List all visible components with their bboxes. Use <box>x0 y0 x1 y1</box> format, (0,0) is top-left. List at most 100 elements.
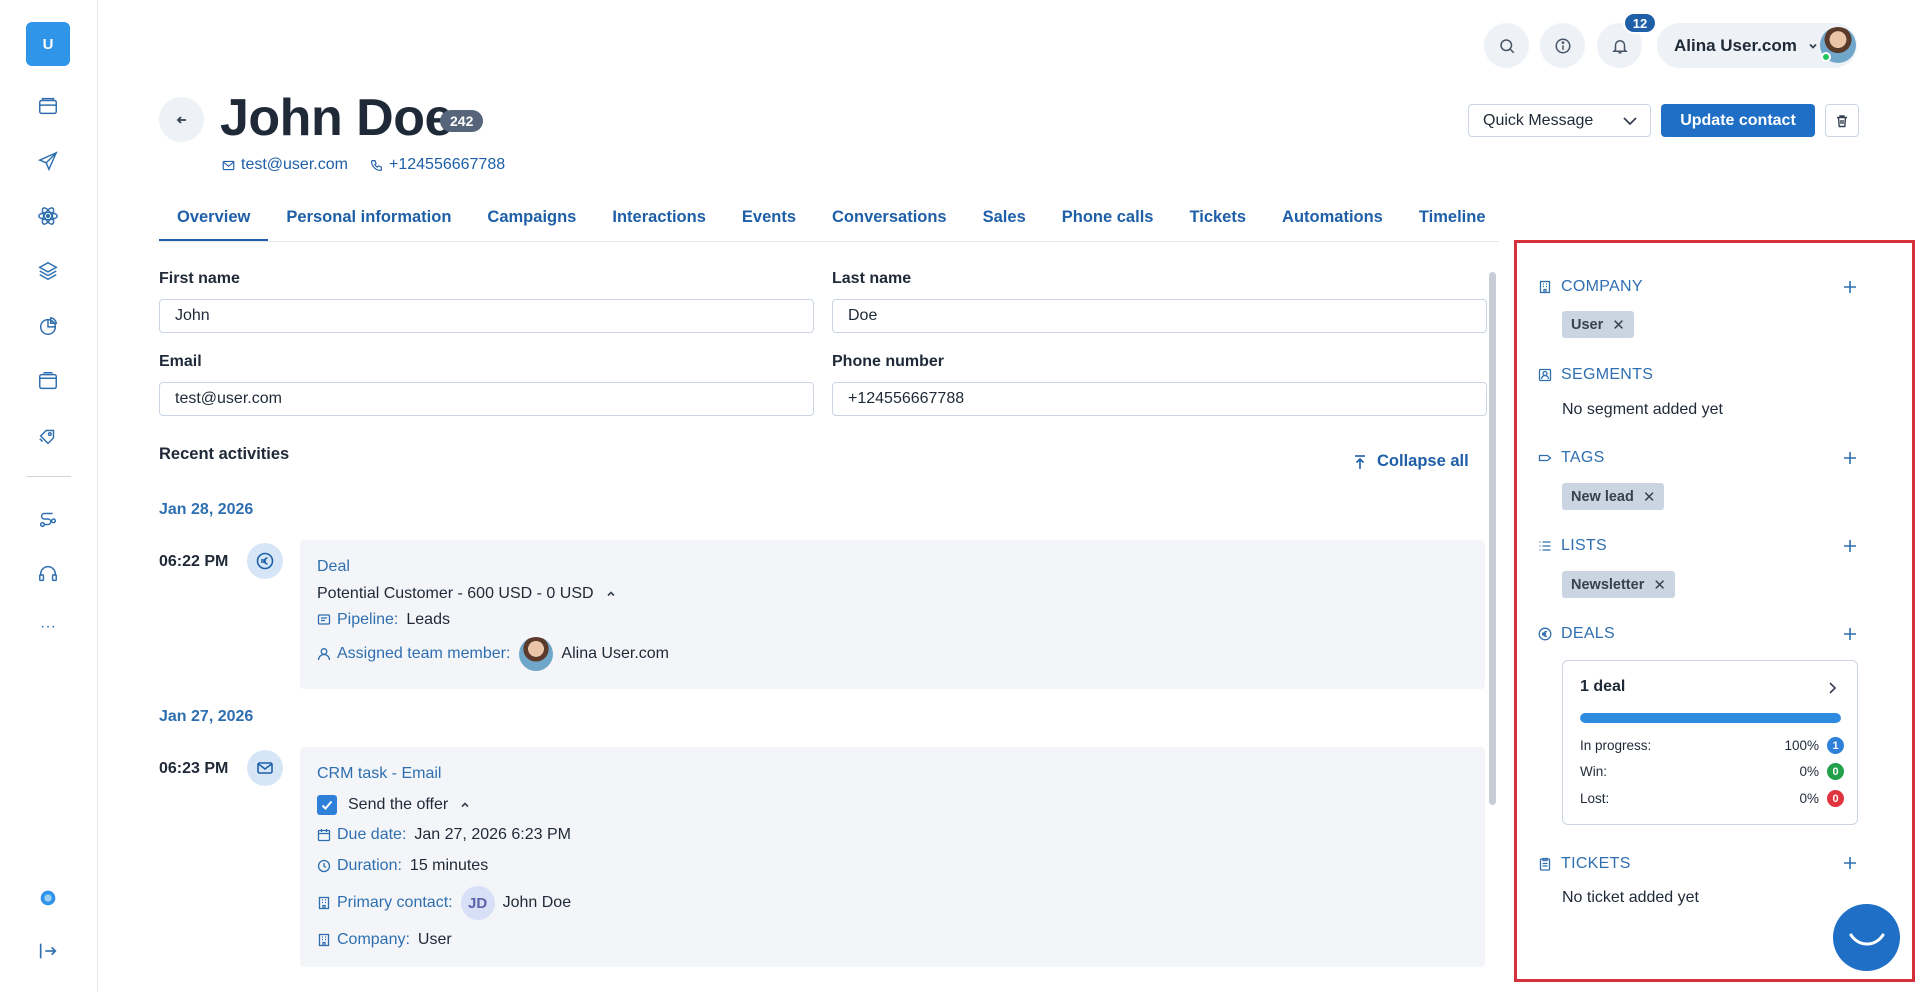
update-contact-button[interactable]: Update contact <box>1661 104 1815 137</box>
remove-icon[interactable]: ✕ <box>1612 316 1625 334</box>
deal-row-count: 1 <box>1827 737 1844 754</box>
tag-chip[interactable]: New lead ✕ <box>1562 483 1665 510</box>
info-button[interactable] <box>1540 23 1585 68</box>
scrollbar[interactable] <box>1489 272 1496 805</box>
contact-email-link[interactable]: test@user.com <box>222 156 348 174</box>
tab-overview[interactable]: Overview <box>159 202 269 242</box>
remove-icon[interactable]: ✕ <box>1643 488 1656 506</box>
lists-title: LISTS <box>1561 537 1607 554</box>
tab-campaigns[interactable]: Campaigns <box>469 202 594 242</box>
tab-tickets[interactable]: Tickets <box>1171 202 1264 242</box>
trash-icon <box>1837 114 1847 127</box>
window-icon[interactable] <box>33 366 63 396</box>
deals-count: 1 deal <box>1580 678 1626 695</box>
tab-events[interactable]: Events <box>724 202 814 242</box>
first-name-label: First name <box>159 270 240 287</box>
chart-icon[interactable] <box>33 311 63 341</box>
tickets-title: TICKETS <box>1561 855 1631 872</box>
more-icon[interactable]: ··· <box>33 612 63 642</box>
last-name-field[interactable]: Doe <box>832 299 1487 333</box>
tab-phone-calls[interactable]: Phone calls <box>1044 202 1172 242</box>
delete-button[interactable] <box>1825 104 1859 137</box>
deal-pipeline: Pipeline: Leads <box>317 611 450 629</box>
mail-icon <box>247 750 283 786</box>
tab-conversations[interactable]: Conversations <box>814 202 965 242</box>
add-tag-icon[interactable] <box>1842 450 1858 466</box>
tags-title: TAGS <box>1561 449 1605 466</box>
last-name-label: Last name <box>832 270 912 287</box>
company-section-header: COMPANY <box>1538 278 1643 296</box>
first-name-field[interactable]: John <box>159 299 814 333</box>
contact-id-badge: 242 <box>440 110 484 132</box>
deal-assigned: Assigned team member: Alina User.com <box>317 637 669 671</box>
recent-activities-title: Recent activities <box>159 445 290 463</box>
contact-phone-link[interactable]: +124556667788 <box>370 156 505 174</box>
tab-sales[interactable]: Sales <box>965 202 1044 242</box>
due-label: Due date: <box>337 826 407 843</box>
layers-icon[interactable] <box>33 256 63 286</box>
deal-summary[interactable]: Potential Customer - 600 USD - 0 USD <box>317 585 616 603</box>
sidebar: U ··· <box>0 0 98 992</box>
segments-section-header: SEGMENTS <box>1538 366 1653 384</box>
email-field[interactable]: test@user.com <box>159 382 814 416</box>
add-company-icon[interactable] <box>1842 279 1858 295</box>
euro-icon <box>247 543 283 579</box>
tags-icon[interactable] <box>33 421 63 451</box>
company-value[interactable]: User <box>418 931 452 949</box>
segment-icon <box>1538 368 1552 382</box>
help-icon[interactable] <box>33 883 63 913</box>
segments-title: SEGMENTS <box>1561 366 1654 383</box>
company-chip[interactable]: User ✕ <box>1562 311 1634 338</box>
tab-interactions[interactable]: Interactions <box>594 202 724 242</box>
activity-time: 06:22 PM <box>159 553 229 570</box>
list-icon <box>1539 541 1551 551</box>
bell-icon <box>1611 39 1628 53</box>
calendar-icon <box>317 829 331 842</box>
chevron-right-icon[interactable] <box>1826 681 1838 695</box>
assigned-value: Alina User.com <box>561 645 669 662</box>
user-name: Alina User.com <box>1674 35 1797 55</box>
phone-icon <box>371 159 382 171</box>
remove-icon[interactable]: ✕ <box>1653 576 1666 594</box>
email-label: Email <box>159 353 202 370</box>
task-due-date: Due date: Jan 27, 2026 6:23 PM <box>317 826 571 844</box>
assigned-label: Assigned team member: <box>337 645 511 662</box>
company-chip-label: User <box>1571 316 1604 333</box>
folder-icon[interactable] <box>33 91 63 121</box>
tab-automations[interactable]: Automations <box>1264 202 1401 242</box>
app-logo[interactable]: U <box>26 22 70 66</box>
deal-row-count: 0 <box>1827 763 1844 780</box>
back-button[interactable] <box>159 97 204 142</box>
chat-icon <box>1849 933 1884 945</box>
building-icon <box>318 896 330 910</box>
chat-widget-button[interactable] <box>1833 904 1900 971</box>
add-list-icon[interactable] <box>1842 538 1858 554</box>
tab-personal-information[interactable]: Personal information <box>268 202 469 242</box>
task-company: Company: User <box>317 931 452 949</box>
tab-timeline[interactable]: Timeline <box>1401 202 1504 242</box>
quick-message-select[interactable]: Quick Message <box>1468 104 1651 137</box>
add-ticket-icon[interactable] <box>1842 855 1858 871</box>
route-icon[interactable] <box>33 504 63 534</box>
list-chip[interactable]: Newsletter ✕ <box>1562 571 1675 598</box>
send-icon[interactable] <box>33 146 63 176</box>
atom-icon[interactable] <box>33 201 63 231</box>
logout-icon[interactable] <box>33 936 63 966</box>
activity-type: CRM task - Email <box>317 765 442 782</box>
primary-contact-avatar: JD <box>460 886 495 920</box>
contact-phone: +124556667788 <box>389 156 506 173</box>
check-icon <box>321 800 333 810</box>
search-button[interactable] <box>1484 23 1529 68</box>
phone-number-field[interactable]: +124556667788 <box>832 382 1487 416</box>
headset-icon[interactable] <box>33 559 63 589</box>
task-checkbox[interactable] <box>317 795 337 815</box>
primary-contact-value[interactable]: John Doe <box>503 894 572 912</box>
pipeline-label: Pipeline: <box>337 611 399 628</box>
deals-progress-bar <box>1580 713 1841 723</box>
lists-section-header: LISTS <box>1538 537 1607 555</box>
task-row[interactable]: Send the offer <box>317 795 470 815</box>
collapse-all-button[interactable]: Collapse all <box>1353 452 1469 471</box>
add-deal-icon[interactable] <box>1842 626 1858 642</box>
duration-label: Duration: <box>337 857 402 874</box>
collapse-icon <box>1355 454 1365 469</box>
